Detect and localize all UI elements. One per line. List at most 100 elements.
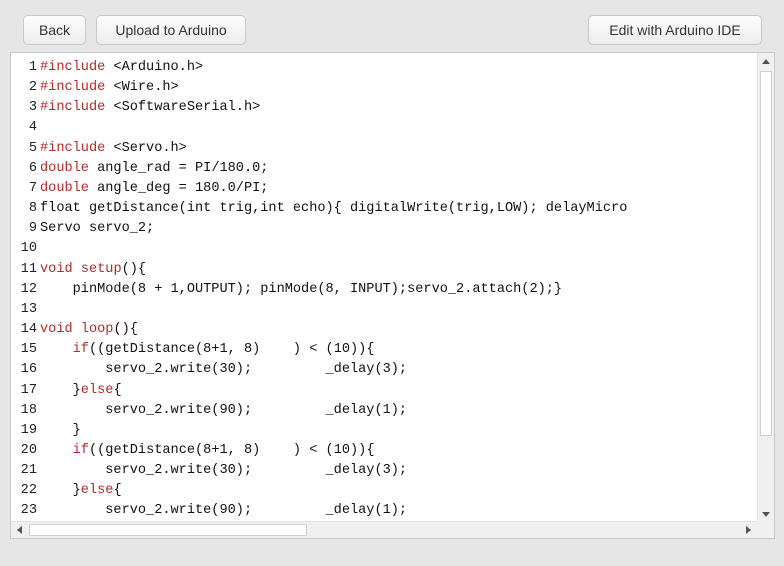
code-keyword: #include bbox=[40, 60, 106, 75]
code-line: 19 } bbox=[11, 421, 757, 441]
code-token: Servo servo_2; bbox=[40, 221, 155, 237]
code-token: pinMode(8 + 1,OUTPUT); pinMode(8, INPUT)… bbox=[40, 281, 563, 297]
code-editor[interactable]: 1 #include <Arduino.h> 2 #include <Wire.h> 3… bbox=[10, 52, 775, 539]
line-number: 5 bbox=[28, 140, 37, 156]
line-number: 19 bbox=[20, 422, 37, 438]
code-text: if((getDistance(8+1, 8) ) < (10)){ bbox=[40, 441, 375, 461]
line-number: 7 bbox=[28, 180, 37, 196]
line-number: 8 bbox=[28, 201, 37, 217]
line-number: 23 bbox=[20, 503, 37, 519]
code-text: #include <Wire.h> bbox=[40, 78, 179, 98]
code-line: 9 Servo servo_2; bbox=[11, 219, 757, 239]
toolbar: Back Upload to Arduino Edit with Arduino… bbox=[0, 0, 784, 52]
line-number: 11 bbox=[20, 261, 37, 277]
line-number: 1 bbox=[28, 60, 37, 75]
scroll-up-arrow-icon[interactable] bbox=[762, 59, 770, 64]
code-text: void setup(){ bbox=[40, 260, 146, 280]
code-token: servo_2.write(90); _delay(1); bbox=[40, 402, 408, 418]
line-number: 22 bbox=[20, 483, 37, 499]
code-line: 2 #include <Wire.h> bbox=[11, 78, 757, 98]
code-line: 23 servo_2.write(90); _delay(1); bbox=[11, 501, 757, 521]
vertical-scroll-thumb[interactable] bbox=[760, 71, 772, 436]
scroll-right-arrow-icon[interactable] bbox=[746, 526, 751, 534]
back-button[interactable]: Back bbox=[23, 15, 86, 45]
code-token: servo_2.write(30); _delay(3); bbox=[40, 362, 408, 378]
code-keyword: double bbox=[40, 160, 89, 176]
code-text: servo_2.write(90); _delay(1); bbox=[40, 401, 407, 421]
code-token: servo_2.write(30); _delay(3); bbox=[40, 463, 408, 479]
code-text: double angle_deg = 180.0/PI; bbox=[40, 179, 268, 199]
code-line: 12 pinMode(8 + 1,OUTPUT); pinMode(8, INP… bbox=[11, 280, 757, 300]
code-token: } bbox=[40, 382, 81, 398]
code-keyword: loop bbox=[80, 322, 114, 338]
scroll-down-arrow-icon[interactable] bbox=[762, 512, 770, 517]
code-token: float getDistance(int trig,int echo){ di… bbox=[40, 201, 628, 217]
code-text: #include <Servo.h> bbox=[40, 139, 187, 159]
code-token: angle_rad = PI/180.0; bbox=[88, 160, 269, 176]
code-text: #include <Arduino.h> bbox=[40, 58, 203, 78]
line-number: 10 bbox=[20, 241, 37, 257]
code-text: if((getDistance(8+1, 8) ) < (10)){ bbox=[40, 340, 375, 360]
code-area[interactable]: 1 #include <Arduino.h> 2 #include <Wire.h> 3… bbox=[11, 58, 757, 521]
horizontal-scroll-thumb[interactable] bbox=[29, 524, 307, 536]
line-number: 21 bbox=[20, 463, 37, 479]
code-token: } bbox=[40, 483, 81, 499]
line-number: 16 bbox=[20, 362, 37, 378]
code-token: { bbox=[113, 483, 122, 499]
code-line: 22 }else{ bbox=[11, 481, 757, 501]
line-number: 15 bbox=[20, 342, 37, 358]
code-keyword: setup bbox=[80, 261, 122, 277]
vertical-scrollbar[interactable] bbox=[757, 53, 774, 523]
code-line: 7 double angle_deg = 180.0/PI; bbox=[11, 179, 757, 199]
code-token: ((getDistance(8+1, 8) ) < (10)){ bbox=[88, 342, 375, 358]
horizontal-scrollbar[interactable] bbox=[11, 521, 759, 538]
code-line: 1 #include <Arduino.h> bbox=[11, 58, 757, 78]
code-keyword: if bbox=[72, 442, 89, 458]
code-line: 14 void loop(){ bbox=[11, 320, 757, 340]
line-number: 4 bbox=[28, 120, 37, 136]
code-token: { bbox=[113, 382, 122, 398]
code-keyword: void bbox=[40, 261, 73, 277]
code-text: double angle_rad = PI/180.0; bbox=[40, 159, 268, 179]
upload-to-arduino-button[interactable]: Upload to Arduino bbox=[96, 15, 246, 45]
code-text: Servo servo_2; bbox=[40, 219, 154, 239]
code-keyword: if bbox=[72, 342, 89, 358]
code-line: 16 servo_2.write(30); _delay(3); bbox=[11, 360, 757, 380]
code-token: <SoftwareSerial.h> bbox=[105, 100, 261, 116]
line-number: 13 bbox=[20, 301, 37, 317]
code-line: 13 bbox=[11, 300, 757, 320]
code-keyword: void bbox=[40, 322, 73, 338]
code-line: 5 #include <Servo.h> bbox=[11, 139, 757, 159]
code-text: }else{ bbox=[40, 481, 122, 501]
line-number: 18 bbox=[20, 402, 37, 418]
code-line: 18 servo_2.write(90); _delay(1); bbox=[11, 401, 757, 421]
scroll-left-arrow-icon[interactable] bbox=[17, 526, 22, 534]
code-line: 11 void setup(){ bbox=[11, 260, 757, 280]
line-number: 9 bbox=[28, 221, 37, 237]
edit-with-arduino-ide-button[interactable]: Edit with Arduino IDE bbox=[588, 15, 762, 45]
code-keyword: double bbox=[40, 180, 89, 196]
code-line: 10 bbox=[11, 239, 757, 259]
code-token: <Arduino.h> bbox=[105, 60, 204, 75]
code-token: angle_deg = 180.0/PI; bbox=[88, 180, 269, 196]
code-text: servo_2.write(30); _delay(3); bbox=[40, 461, 407, 481]
code-token: ((getDistance(8+1, 8) ) < (10)){ bbox=[88, 442, 375, 458]
code-keyword: #include bbox=[40, 140, 106, 156]
code-text: }else{ bbox=[40, 381, 122, 401]
line-number: 6 bbox=[28, 160, 37, 176]
code-line: 3 #include <SoftwareSerial.h> bbox=[11, 98, 757, 118]
code-text: float getDistance(int trig,int echo){ di… bbox=[40, 199, 627, 219]
code-token: } bbox=[40, 422, 81, 438]
code-text: pinMode(8 + 1,OUTPUT); pinMode(8, INPUT)… bbox=[40, 280, 562, 300]
code-line: 17 }else{ bbox=[11, 381, 757, 401]
code-token: <Wire.h> bbox=[105, 80, 179, 96]
line-number: 2 bbox=[28, 80, 37, 96]
code-text: servo_2.write(30); _delay(3); bbox=[40, 360, 407, 380]
code-line: 8 float getDistance(int trig,int echo){ d… bbox=[11, 199, 757, 219]
code-token: (){ bbox=[113, 322, 138, 338]
code-text: } bbox=[40, 421, 81, 441]
